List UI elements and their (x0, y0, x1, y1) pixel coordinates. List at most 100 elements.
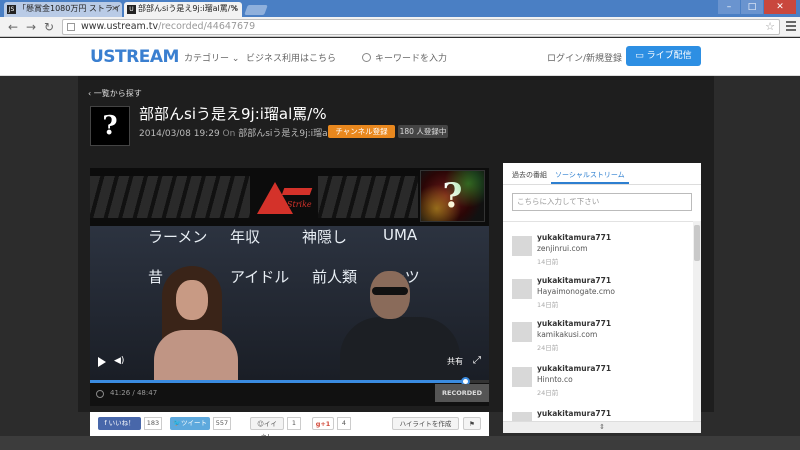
video-meta: 2014/03/08 19:29 On 部部んsiう是え9j:i瑠al罵/% (139, 126, 351, 139)
subscriber-count: 180 人登録中 (398, 125, 448, 138)
browser-tab-2[interactable]: U 部部んsiう是え9j:i瑠al罵/% ✕ (124, 2, 242, 17)
clock-icon (96, 390, 104, 398)
browser-tab-1[interactable]: JS 「懸賞金1080万円 ストライ ✕ (4, 2, 122, 17)
live-broadcast-button[interactable]: ▭ ライブ配信 (626, 46, 701, 66)
feed-site: Hayaimonogate.cmo (537, 287, 615, 296)
video-player[interactable]: Strike ? ラーメン 年収 神隠し UMA 昔 アイドル 前人類 ーツ ◀… (90, 168, 489, 406)
close-window-button[interactable]: ✕ (764, 0, 796, 14)
feed-user[interactable]: yukakitamura771 (537, 364, 611, 373)
feed-site: kamikakusi.com (537, 330, 598, 339)
channel-avatar[interactable]: ? (90, 106, 130, 146)
page-bottom (0, 436, 800, 450)
play-icon[interactable] (98, 357, 106, 367)
banner-logo-text: Strike (287, 200, 312, 209)
smile-icon: ☺ (257, 420, 264, 428)
create-highlight-button[interactable]: ハイライトを作成 (392, 417, 459, 430)
feed-time: 24日前 (537, 389, 559, 397)
header-search[interactable]: キーワードを入力 (362, 51, 447, 64)
url-host: www.ustream.tv (81, 21, 159, 32)
player-controls: ◀) 共有 ⤢ 41:26 / 48:47 RECORDED LIVE (90, 355, 489, 406)
forward-arrow-icon[interactable]: → (24, 19, 38, 35)
scrollbar-thumb[interactable] (694, 225, 700, 261)
tab-label: 部部んsiう是え9j:i瑠al罵/% (138, 4, 239, 13)
video-title: 部部んsiう是え9j:i瑠al罵/% (139, 105, 327, 123)
back-arrow-icon[interactable]: ← (6, 19, 20, 35)
tab-past-programs[interactable]: 過去の番組 (512, 170, 547, 180)
channel-banner: Strike ? (90, 168, 489, 226)
tab-favicon: JS (7, 5, 16, 14)
twitter-bird-icon: 🐦 (172, 419, 182, 427)
iine-button[interactable]: ☺イイネ！ (250, 417, 284, 441)
feed-user[interactable]: yukakitamura771 (537, 319, 611, 328)
banner-thumbnail: ? (420, 170, 485, 222)
video-date: 2014/03/08 19:29 (139, 129, 220, 139)
nav-category[interactable]: カテゴリー ⌄ (184, 51, 239, 64)
close-icon[interactable]: ✕ (111, 2, 118, 16)
list-item[interactable]: yukakitamura771 Hinnto.co 24日前 (503, 359, 693, 405)
tab-social-stream[interactable]: ソーシャルストリーム (555, 170, 625, 180)
list-item[interactable]: yukakitamura771 (503, 404, 693, 421)
video-caption: 神隠し (302, 228, 348, 246)
volume-icon[interactable]: ◀) (114, 356, 124, 366)
url-path: /recorded/44647679 (158, 21, 256, 32)
flag-icon[interactable]: ⚑ (463, 417, 481, 430)
reload-icon[interactable]: ↻ (42, 19, 56, 35)
browser-menu-icon[interactable] (786, 21, 796, 33)
video-frame[interactable]: ラーメン 年収 神隠し UMA 昔 アイドル 前人類 ーツ (90, 226, 489, 390)
tweet-count: 557 (213, 417, 231, 430)
side-panel: 過去の番組 ソーシャルストリーム こちらに入力して下さい yukakitamur… (503, 163, 701, 433)
video-caption: 年収 (230, 228, 261, 246)
panel-resize-handle[interactable]: ⇕ (503, 421, 701, 433)
new-tab-button[interactable] (244, 5, 268, 15)
browser-tabstrip: JS 「懸賞金1080万円 ストライ ✕ U 部部んsiう是え9j:i瑠al罵/… (0, 0, 800, 17)
search-icon (362, 53, 371, 62)
video-caption: ラーメン (148, 228, 208, 246)
facebook-count: 183 (144, 417, 162, 430)
maximize-button[interactable]: □ (741, 0, 763, 14)
avatar (512, 367, 532, 387)
list-item[interactable]: yukakitamura771 Hayaimonogate.cmo 14日前 (503, 271, 693, 317)
feed-site: zenjinrui.com (537, 244, 588, 253)
share-button[interactable]: 共有 (447, 356, 463, 367)
subscribe-button[interactable]: チャンネル登録 (328, 125, 395, 138)
gplus-count: 4 (337, 417, 351, 430)
banner-stripe (90, 176, 250, 218)
feed-site: Hinnto.co (537, 375, 573, 384)
fullscreen-icon[interactable]: ⤢ (473, 355, 481, 366)
progress-fill (90, 380, 466, 383)
progress-bar[interactable] (90, 377, 489, 386)
minimize-button[interactable]: – (718, 0, 740, 14)
feed-user[interactable]: yukakitamura771 (537, 409, 611, 418)
camera-icon: ▭ (635, 51, 647, 61)
feed-user[interactable]: yukakitamura771 (537, 276, 611, 285)
search-placeholder: キーワードを入力 (375, 54, 448, 64)
tweet-label: ツイート (181, 419, 208, 427)
social-bar: f いいね！ 183 🐦ツイート 557 ☺イイネ！ 1 g+1 4 ハイライト… (90, 412, 489, 441)
back-link[interactable]: ‹ 一覧から探す (88, 88, 142, 99)
address-bar[interactable]: www.ustream.tv/recorded/44647679 ☆ (62, 19, 780, 35)
nav-business[interactable]: ビジネス利用はこちら (246, 51, 336, 64)
on-label: On (222, 129, 236, 139)
banner-logo: Strike (257, 182, 313, 216)
list-item[interactable]: yukakitamura771 zenjinrui.com 14日前 (503, 228, 693, 274)
close-icon[interactable]: ✕ (231, 2, 238, 16)
list-item[interactable]: yukakitamura771 kamikakusi.com 24日前 (503, 314, 693, 360)
social-stream-input[interactable]: こちらに入力して下さい (512, 193, 692, 211)
feed-time: 14日前 (537, 258, 559, 266)
recorded-live-badge: RECORDED LIVE (435, 384, 489, 402)
avatar (512, 322, 532, 342)
ustream-logo[interactable]: USTREAM (90, 47, 179, 67)
feed-user[interactable]: yukakitamura771 (537, 233, 611, 242)
avatar (512, 279, 532, 299)
tweet-button[interactable]: 🐦ツイート (170, 417, 210, 430)
bookmark-star-icon[interactable]: ☆ (765, 20, 775, 34)
login-link[interactable]: ログイン/新規登録 (547, 51, 622, 64)
google-plus-button[interactable]: g+1 (312, 417, 334, 430)
panel-tabs: 過去の番組 ソーシャルストリーム (503, 163, 701, 185)
browser-toolbar: ← → ↻ www.ustream.tv/recorded/44647679 ☆ (0, 17, 800, 37)
feed-time: 24日前 (537, 344, 559, 352)
feed-scrollbar[interactable] (693, 221, 701, 421)
banner-stripe (318, 176, 418, 218)
facebook-like-button[interactable]: f いいね！ (98, 417, 141, 430)
site-header: USTREAM カテゴリー ⌄ ビジネス利用はこちら キーワードを入力 ログイン… (0, 38, 800, 76)
